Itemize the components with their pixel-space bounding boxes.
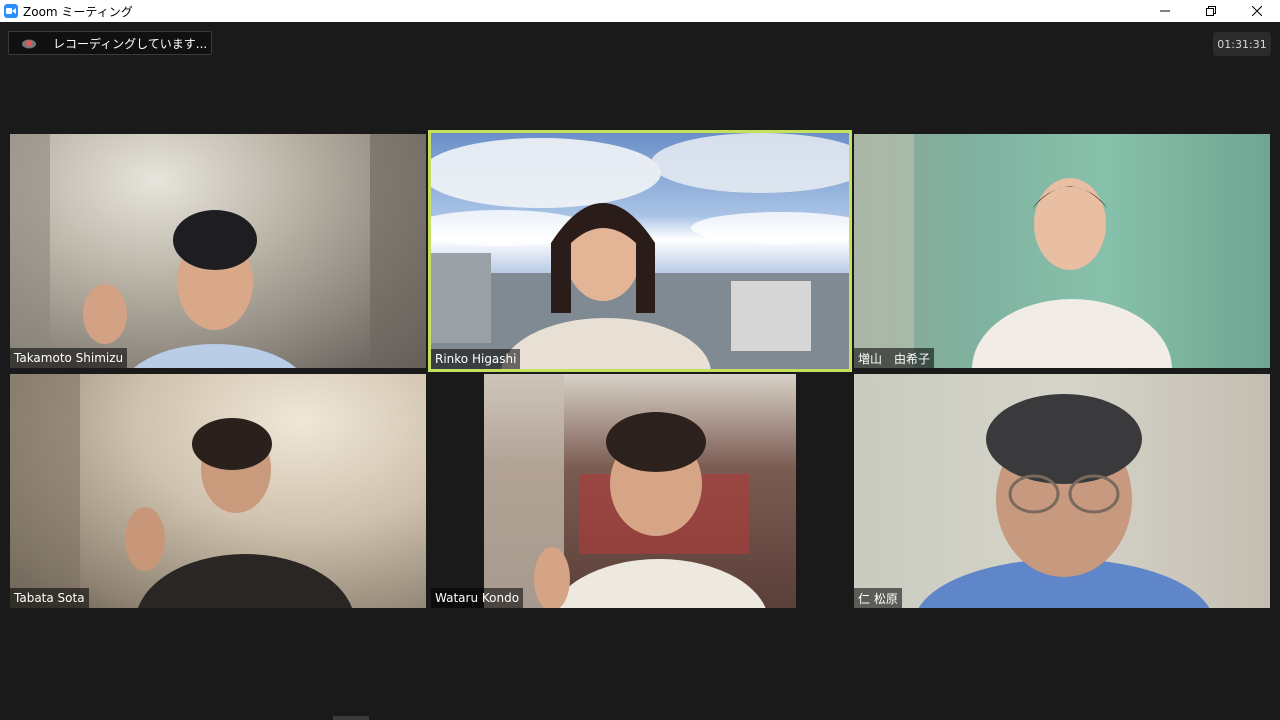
restore-icon: [1206, 6, 1216, 16]
minimize-icon: [1160, 10, 1170, 12]
video-tile[interactable]: 仁 松原: [854, 374, 1270, 608]
recording-icon: [21, 37, 37, 49]
participant-video: [484, 374, 796, 608]
participant-name-tag: Tabata Sota: [10, 588, 89, 608]
participant-video: [854, 374, 1270, 608]
participant-video: [10, 134, 426, 368]
video-tile-active-speaker[interactable]: Rinko Higashi: [428, 130, 852, 372]
participant-video: [10, 374, 426, 608]
video-tile[interactable]: Wataru Kondo: [431, 374, 849, 608]
scrollbar-thumb[interactable]: [333, 716, 369, 720]
zoom-video-icon: [4, 4, 18, 18]
restore-button[interactable]: [1188, 0, 1234, 22]
participant-name-tag: 仁 松原: [854, 588, 902, 608]
recording-label: レコーディングしています...: [53, 36, 208, 51]
video-tile[interactable]: Tabata Sota: [10, 374, 426, 608]
participant-video: [431, 133, 849, 369]
video-tile[interactable]: 増山 由希子: [854, 134, 1270, 368]
participant-name-tag: Takamoto Shimizu: [10, 348, 128, 368]
participant-name-tag: Wataru Kondo: [431, 588, 524, 608]
participant-name-tag: 増山 由希子: [854, 348, 935, 368]
close-icon: [1252, 6, 1262, 16]
participant-name-tag: Rinko Higashi: [431, 349, 521, 369]
meeting-timer: 01:31:31: [1213, 32, 1271, 56]
video-tile[interactable]: Takamoto Shimizu: [10, 134, 426, 368]
participant-video: [854, 134, 1270, 368]
minimize-button[interactable]: [1142, 0, 1188, 22]
close-button[interactable]: [1234, 0, 1280, 22]
window-title: Zoom ミーティング: [23, 4, 133, 19]
recording-indicator[interactable]: レコーディングしています...: [8, 31, 212, 55]
title-bar: Zoom ミーティング: [0, 0, 1280, 22]
